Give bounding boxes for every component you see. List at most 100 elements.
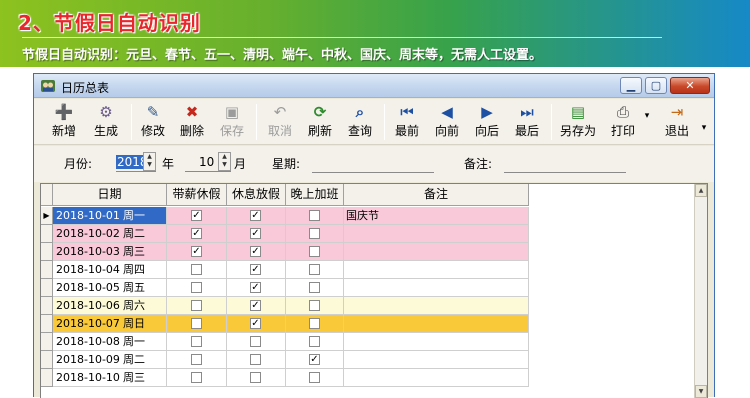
holiday-checkbox[interactable]: ✓ bbox=[250, 264, 261, 275]
month-spin-arrows[interactable]: ▲ ▼ bbox=[218, 152, 231, 171]
previous-record-button[interactable]: ◀ 向前 bbox=[430, 102, 464, 142]
holiday-checkbox[interactable]: ✓ bbox=[250, 282, 261, 293]
remark-cell[interactable] bbox=[344, 279, 529, 297]
exit-button[interactable]: ⇥ 退出 bbox=[660, 102, 694, 142]
month-spinner[interactable]: 10 ▲ ▼ bbox=[185, 152, 231, 172]
remark-cell[interactable]: 国庆节 bbox=[344, 207, 529, 225]
column-header-night-shift[interactable]: 晚上加班 bbox=[286, 184, 344, 206]
remark-cell[interactable] bbox=[344, 333, 529, 351]
holiday-checkbox[interactable]: ✓ bbox=[250, 318, 261, 329]
table-row[interactable]: 2018-10-06 周六 ✓ bbox=[41, 297, 529, 315]
close-button[interactable]: ✕ bbox=[670, 77, 710, 94]
cancel-button[interactable]: ↶ 取消 bbox=[262, 102, 298, 142]
paid-leave-checkbox[interactable]: ✓ bbox=[191, 246, 202, 257]
date-cell[interactable]: 2018-10-07 周日 bbox=[53, 315, 167, 333]
paid-leave-checkbox[interactable] bbox=[191, 354, 202, 365]
holiday-checkbox[interactable] bbox=[250, 372, 261, 383]
holiday-checkbox[interactable]: ✓ bbox=[250, 210, 261, 221]
column-header-date[interactable]: 日期 bbox=[53, 184, 167, 206]
table-row[interactable]: 2018-10-07 周日 ✓ bbox=[41, 315, 529, 333]
table-row[interactable]: 2018-10-05 周五 ✓ bbox=[41, 279, 529, 297]
row-indicator[interactable] bbox=[41, 243, 53, 261]
paid-leave-checkbox[interactable]: ✓ bbox=[191, 210, 202, 221]
date-cell[interactable]: 2018-10-03 周三 bbox=[53, 243, 167, 261]
night-shift-checkbox[interactable] bbox=[309, 228, 320, 239]
paid-leave-checkbox[interactable] bbox=[191, 318, 202, 329]
row-indicator[interactable] bbox=[41, 297, 53, 315]
year-spin-arrows[interactable]: ▲ ▼ bbox=[143, 152, 156, 171]
refresh-button[interactable]: ⟳ 刷新 bbox=[304, 102, 336, 142]
holiday-checkbox[interactable]: ✓ bbox=[250, 300, 261, 311]
minimize-button[interactable]: ▁ bbox=[620, 77, 642, 94]
table-row[interactable]: 2018-10-03 周三 ✓ ✓ bbox=[41, 243, 529, 261]
query-button[interactable]: ⌕ 查询 bbox=[344, 102, 376, 142]
remark-cell[interactable] bbox=[344, 243, 529, 261]
date-cell[interactable]: 2018-10-05 周五 bbox=[53, 279, 167, 297]
scroll-up-button[interactable]: ▲ bbox=[695, 184, 707, 197]
row-indicator[interactable]: ▶ bbox=[41, 207, 53, 225]
remark-cell[interactable] bbox=[344, 261, 529, 279]
row-indicator[interactable] bbox=[41, 315, 53, 333]
date-cell[interactable]: 2018-10-01 周一 bbox=[53, 207, 167, 225]
column-header-remark[interactable]: 备注 bbox=[344, 184, 529, 206]
print-dropdown-arrow[interactable]: ▾ bbox=[642, 111, 652, 151]
date-cell[interactable]: 2018-10-08 周一 bbox=[53, 333, 167, 351]
holiday-checkbox[interactable] bbox=[250, 336, 261, 347]
table-row[interactable]: 2018-10-08 周一 bbox=[41, 333, 529, 351]
night-shift-checkbox[interactable] bbox=[309, 372, 320, 383]
delete-button[interactable]: ✖ 删除 bbox=[176, 102, 208, 142]
last-record-button[interactable]: ⏭ 最后 bbox=[510, 102, 544, 142]
holiday-checkbox[interactable]: ✓ bbox=[250, 228, 261, 239]
night-shift-checkbox[interactable]: ✓ bbox=[309, 354, 320, 365]
weekday-field[interactable] bbox=[312, 172, 434, 173]
column-header-holiday[interactable]: 休息放假 bbox=[227, 184, 286, 206]
night-shift-checkbox[interactable] bbox=[309, 246, 320, 257]
night-shift-checkbox[interactable] bbox=[309, 336, 320, 347]
paid-leave-checkbox[interactable]: ✓ bbox=[191, 228, 202, 239]
date-cell[interactable]: 2018-10-06 周六 bbox=[53, 297, 167, 315]
save-as-button[interactable]: ▤ 另存为 bbox=[557, 102, 599, 142]
night-shift-checkbox[interactable] bbox=[309, 210, 320, 221]
vertical-scrollbar[interactable]: ▲ ▼ bbox=[694, 184, 707, 398]
remark-cell[interactable] bbox=[344, 225, 529, 243]
column-header-paid-leave[interactable]: 带薪休假 bbox=[167, 184, 227, 206]
remark-cell[interactable] bbox=[344, 315, 529, 333]
save-button[interactable]: ▣ 保存 bbox=[216, 102, 248, 142]
paid-leave-checkbox[interactable] bbox=[191, 372, 202, 383]
remark-cell[interactable] bbox=[344, 297, 529, 315]
row-indicator[interactable] bbox=[41, 351, 53, 369]
row-indicator[interactable] bbox=[41, 261, 53, 279]
paid-leave-checkbox[interactable] bbox=[191, 336, 202, 347]
remark-cell[interactable] bbox=[344, 351, 529, 369]
date-cell[interactable]: 2018-10-10 周三 bbox=[53, 369, 167, 387]
table-row[interactable]: 2018-10-02 周二 ✓ ✓ bbox=[41, 225, 529, 243]
remark-field[interactable] bbox=[504, 172, 626, 173]
night-shift-checkbox[interactable] bbox=[309, 318, 320, 329]
row-indicator[interactable] bbox=[41, 369, 53, 387]
year-spinner[interactable]: 2018 ▲ ▼ bbox=[116, 152, 156, 172]
holiday-checkbox[interactable] bbox=[250, 354, 261, 365]
row-indicator[interactable] bbox=[41, 333, 53, 351]
date-cell[interactable]: 2018-10-09 周二 bbox=[53, 351, 167, 369]
table-row[interactable]: 2018-10-10 周三 bbox=[41, 369, 529, 387]
row-indicator[interactable] bbox=[41, 225, 53, 243]
generate-button[interactable]: ⚙ 生成 bbox=[88, 102, 124, 142]
scroll-down-button[interactable]: ▼ bbox=[695, 385, 707, 398]
table-row[interactable]: 2018-10-09 周二 ✓ bbox=[41, 351, 529, 369]
paid-leave-checkbox[interactable] bbox=[191, 264, 202, 275]
night-shift-checkbox[interactable] bbox=[309, 264, 320, 275]
maximize-button[interactable]: ▢ bbox=[645, 77, 667, 94]
row-indicator[interactable] bbox=[41, 279, 53, 297]
date-cell[interactable]: 2018-10-02 周二 bbox=[53, 225, 167, 243]
night-shift-checkbox[interactable] bbox=[309, 300, 320, 311]
next-record-button[interactable]: ▶ 向后 bbox=[470, 102, 504, 142]
paid-leave-checkbox[interactable] bbox=[191, 300, 202, 311]
date-cell[interactable]: 2018-10-04 周四 bbox=[53, 261, 167, 279]
table-row[interactable]: ▶ 2018-10-01 周一 ✓ ✓ 国庆节 bbox=[41, 207, 529, 225]
paid-leave-checkbox[interactable] bbox=[191, 282, 202, 293]
holiday-checkbox[interactable]: ✓ bbox=[250, 246, 261, 257]
remark-cell[interactable] bbox=[344, 369, 529, 387]
table-row[interactable]: 2018-10-04 周四 ✓ bbox=[41, 261, 529, 279]
edit-button[interactable]: ✎ 修改 bbox=[137, 102, 169, 142]
first-record-button[interactable]: ⏮ 最前 bbox=[390, 102, 424, 142]
